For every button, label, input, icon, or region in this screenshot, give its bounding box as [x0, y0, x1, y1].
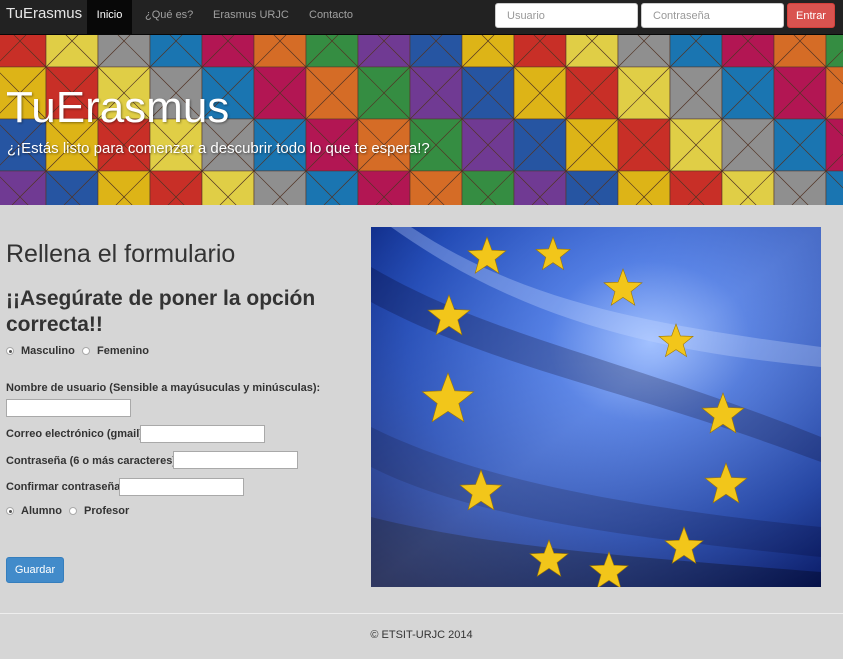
hero-subtitle: ¿¡Estás listo para comenzar a descubrir … [7, 140, 430, 157]
hero-title: TuErasmus [6, 83, 230, 132]
password-input[interactable] [641, 3, 784, 28]
username-input[interactable] [495, 3, 638, 28]
radio-profesor[interactable] [69, 507, 77, 515]
form-warning: ¡¡Asegúrate de poner la opción correcta!… [6, 287, 316, 336]
nav-item-contacto[interactable]: Contacto [309, 0, 353, 34]
nav-item-que-es[interactable]: ¿Qué es? [145, 0, 193, 34]
footer-divider [0, 613, 843, 614]
eu-flag-image [371, 227, 821, 587]
radio-masculino[interactable] [6, 347, 14, 355]
navbar: TuErasmus Inicio ¿Qué es? Erasmus URJC C… [0, 0, 843, 35]
radio-femenino-label: Femenino [97, 345, 149, 357]
confirm-password-field[interactable] [119, 478, 244, 496]
nav-item-inicio[interactable]: Inicio [87, 0, 132, 34]
radio-femenino[interactable] [82, 347, 90, 355]
nav-item-erasmus-urjc[interactable]: Erasmus URJC [213, 0, 289, 34]
login-button[interactable]: Entrar [787, 3, 835, 28]
radio-alumno-label: Alumno [21, 505, 62, 517]
email-label: Correo electrónico (gmail): [6, 428, 147, 440]
hero-banner: TuErasmus ¿¡Estás listo para comenzar a … [0, 35, 843, 205]
footer-copyright: © ETSIT-URJC 2014 [370, 629, 473, 641]
email-field[interactable] [140, 425, 265, 443]
save-button[interactable]: Guardar [6, 557, 64, 583]
form-heading: Rellena el formulario [6, 240, 236, 268]
username-label: Nombre de usuario (Sensible a mayúsucula… [6, 382, 321, 394]
password-label: Contraseña (6 o más caracteres): [6, 455, 180, 467]
radio-profesor-label: Profesor [84, 505, 130, 517]
confirm-password-label: Confirmar contraseña: [6, 481, 124, 493]
register-username-field[interactable] [6, 399, 131, 417]
radio-masculino-label: Masculino [21, 345, 75, 357]
radio-alumno[interactable] [6, 507, 14, 515]
register-password-field[interactable] [173, 451, 298, 469]
navbar-brand[interactable]: TuErasmus [6, 5, 82, 22]
